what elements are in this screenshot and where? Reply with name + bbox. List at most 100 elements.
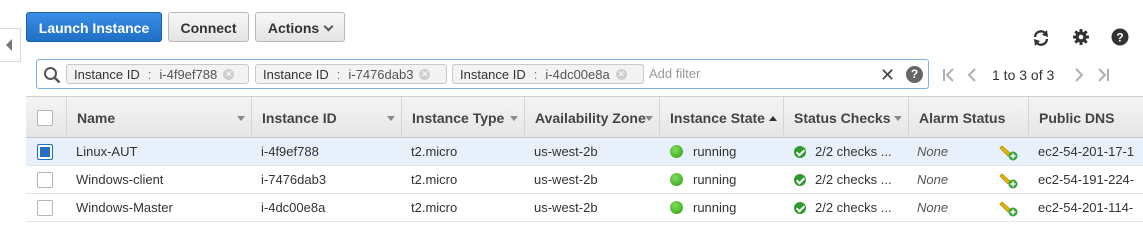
- status-checks: 2/2 checks ...: [815, 200, 892, 215]
- filter-chip-separator: :: [336, 67, 341, 82]
- column-header-instance-state[interactable]: Instance State: [659, 97, 783, 139]
- sort-icon: [894, 116, 902, 121]
- filter-bar[interactable]: Instance ID: i-4f9ef788 ✕ Instance ID: i-74…: [36, 59, 929, 89]
- create-alarm-icon[interactable]: [999, 142, 1019, 162]
- instance-type: t2.micro: [411, 172, 458, 187]
- running-status-icon: [670, 173, 683, 186]
- filter-chip-key: Instance ID: [74, 67, 140, 82]
- filter-chip-value: i-4dc00e8a: [545, 67, 610, 82]
- sort-icon: [237, 116, 245, 121]
- actions-label: Actions: [267, 20, 320, 36]
- alarm-status: None: [917, 144, 949, 159]
- instance-type: t2.micro: [411, 144, 458, 159]
- table-header: Name Instance ID Instance Type Availabil…: [26, 96, 1143, 139]
- next-page-icon[interactable]: [1073, 67, 1085, 83]
- column-header-public-dns[interactable]: Public DNS: [1028, 97, 1143, 139]
- column-header-label: Public DNS: [1039, 110, 1115, 126]
- column-header-label: Status Checks: [794, 110, 891, 126]
- check-icon: [794, 146, 806, 158]
- filter-chip-separator: :: [533, 67, 538, 82]
- instance-name: Windows-client: [76, 172, 164, 187]
- column-header-label: Availability Zone: [535, 110, 646, 126]
- instance-state: running: [693, 172, 737, 187]
- clear-filter-icon[interactable]: ✕: [880, 66, 895, 84]
- instance-name: Windows-Master: [76, 200, 173, 215]
- chevron-down-icon: [323, 21, 334, 32]
- first-page-icon[interactable]: [942, 67, 956, 83]
- filter-chip-value: i-4f9ef788: [159, 67, 218, 82]
- sort-icon: [645, 116, 653, 121]
- filter-chip-value: i-7476dab3: [348, 67, 414, 82]
- filter-chip[interactable]: Instance ID: i-4dc00e8a ✕: [452, 64, 644, 84]
- filter-chip[interactable]: Instance ID: i-4f9ef788 ✕: [66, 64, 249, 84]
- sort-icon: [510, 116, 518, 121]
- column-header-instance-type[interactable]: Instance Type: [401, 97, 524, 139]
- table-row[interactable]: Linux-AUT i-4f9ef788 t2.micro us-west-2b…: [26, 138, 1143, 166]
- select-all-cell: [26, 97, 66, 139]
- running-status-icon: [670, 145, 683, 158]
- svg-text:?: ?: [1116, 31, 1123, 45]
- column-header-label: Instance State: [670, 110, 765, 126]
- row-checkbox[interactable]: [37, 172, 53, 188]
- instance-id: i-7476dab3: [261, 172, 327, 187]
- filter-chip[interactable]: Instance ID: i-7476dab3 ✕: [255, 64, 447, 84]
- help-icon[interactable]: ?: [1111, 28, 1129, 46]
- row-checkbox[interactable]: [37, 200, 53, 216]
- column-header-label: Name: [77, 110, 116, 126]
- column-header-status-checks[interactable]: Status Checks: [783, 97, 908, 139]
- remove-filter-icon[interactable]: ✕: [419, 69, 431, 81]
- search-icon: [44, 67, 61, 84]
- availability-zone: us-west-2b: [534, 144, 598, 159]
- gear-icon[interactable]: [1072, 28, 1090, 46]
- instance-state: running: [693, 200, 737, 215]
- instance-state: running: [693, 144, 737, 159]
- alarm-status: None: [917, 200, 949, 215]
- public-dns: ec2-54-201-17-1: [1038, 144, 1135, 159]
- filter-chip-key: Instance ID: [263, 67, 329, 82]
- column-header-label: Instance Type: [412, 110, 505, 126]
- column-header-name[interactable]: Name: [66, 97, 251, 139]
- column-header-instance-id[interactable]: Instance ID: [251, 97, 401, 139]
- sort-ascending-icon: [769, 116, 777, 121]
- create-alarm-icon[interactable]: [999, 170, 1019, 190]
- last-page-icon[interactable]: [1096, 67, 1110, 83]
- remove-filter-icon[interactable]: ✕: [223, 69, 235, 81]
- launch-instance-button[interactable]: Launch Instance: [26, 12, 162, 42]
- public-dns: ec2-54-201-114-: [1038, 200, 1134, 215]
- column-header-label: Instance ID: [262, 110, 337, 126]
- status-checks: 2/2 checks ...: [815, 144, 892, 159]
- select-all-checkbox[interactable]: [37, 110, 53, 126]
- instance-name: Linux-AUT: [76, 144, 138, 159]
- availability-zone: us-west-2b: [534, 200, 598, 215]
- remove-filter-icon[interactable]: ✕: [615, 69, 627, 81]
- instance-id: i-4dc00e8a: [261, 200, 326, 215]
- check-icon: [794, 174, 806, 186]
- availability-zone: us-west-2b: [534, 172, 598, 187]
- filter-help-icon[interactable]: ?: [906, 66, 923, 83]
- instance-id: i-4f9ef788: [261, 144, 319, 159]
- chevron-left-icon: [6, 39, 12, 51]
- create-alarm-icon[interactable]: [999, 198, 1019, 218]
- filter-chip-separator: :: [147, 67, 152, 82]
- check-icon: [794, 202, 806, 214]
- sort-icon: [387, 116, 395, 121]
- running-status-icon: [670, 201, 683, 214]
- filter-chip-key: Instance ID: [460, 67, 526, 82]
- actions-dropdown-button[interactable]: Actions: [255, 12, 345, 42]
- public-dns: ec2-54-191-224-: [1038, 172, 1135, 187]
- column-header-label: Alarm Status: [919, 110, 1006, 126]
- add-filter-input[interactable]: Add filter: [649, 66, 700, 81]
- sidebar-collapse-tab[interactable]: [0, 28, 21, 62]
- row-checkbox[interactable]: [37, 144, 53, 160]
- connect-button[interactable]: Connect: [168, 12, 249, 42]
- column-header-availability-zone[interactable]: Availability Zone: [524, 97, 659, 139]
- alarm-status: None: [917, 172, 949, 187]
- status-checks: 2/2 checks ...: [815, 172, 892, 187]
- table-row[interactable]: Windows-client i-7476dab3 t2.micro us-we…: [26, 166, 1143, 194]
- pagination-text: 1 to 3 of 3: [992, 67, 1055, 83]
- refresh-icon[interactable]: [1031, 28, 1051, 48]
- instance-type: t2.micro: [411, 200, 458, 215]
- column-header-alarm-status[interactable]: Alarm Status: [908, 97, 1028, 139]
- table-row[interactable]: Windows-Master i-4dc00e8a t2.micro us-we…: [26, 194, 1143, 222]
- prev-page-icon[interactable]: [966, 67, 978, 83]
